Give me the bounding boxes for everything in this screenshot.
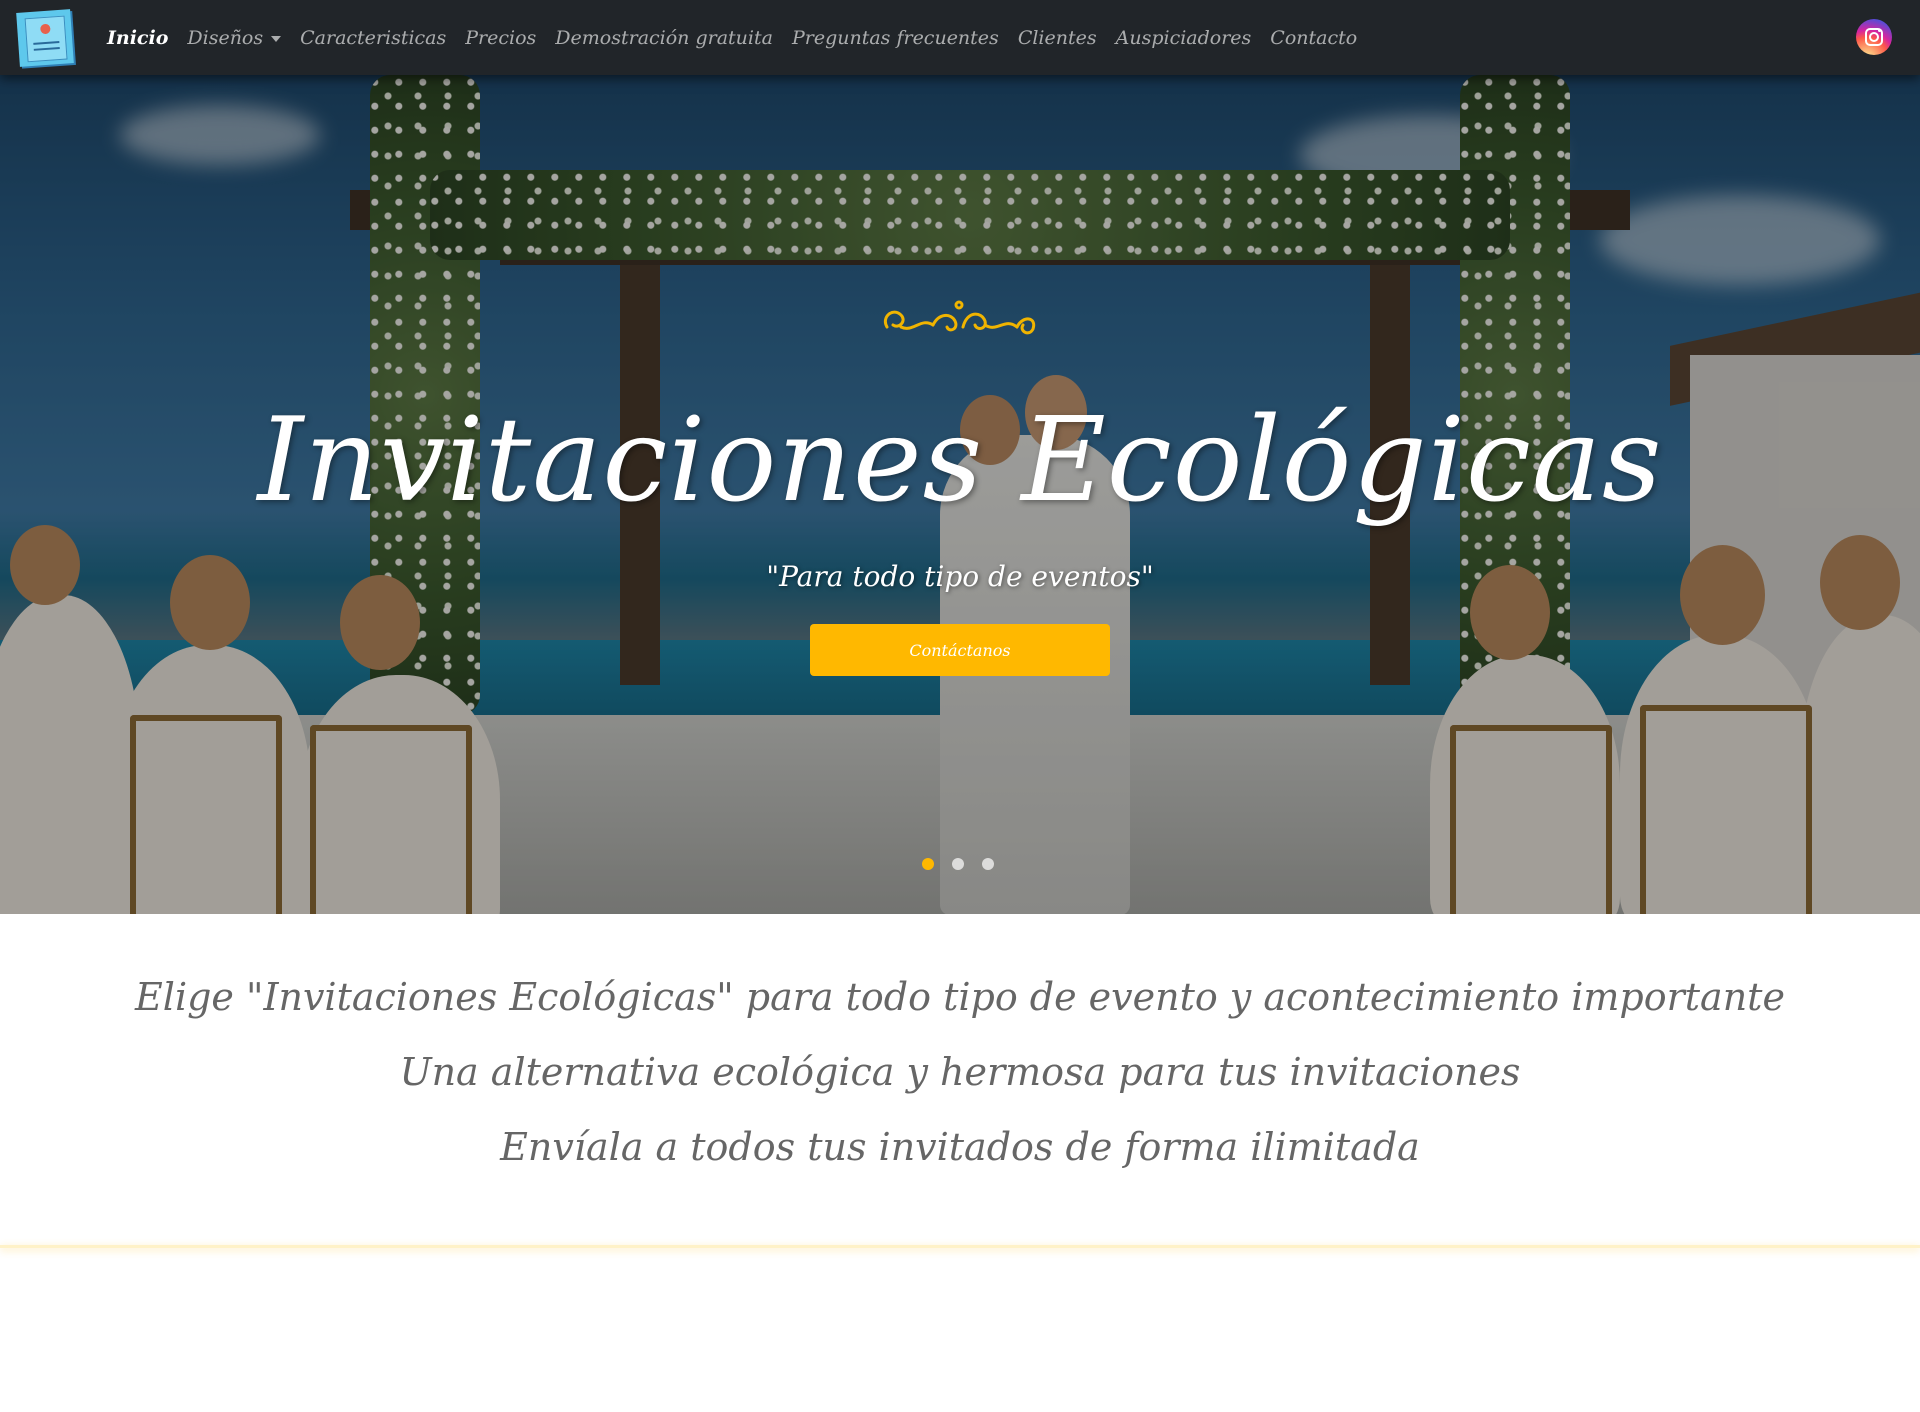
nav-link-disenos-label: Diseños	[187, 26, 264, 49]
nav-link-contacto[interactable]: Contacto	[1270, 27, 1357, 49]
intro-section: Elige "Invitaciones Ecológicas" para tod…	[0, 960, 1920, 1185]
logo-text-line	[33, 41, 60, 45]
section-divider	[0, 1245, 1920, 1248]
logo-text-line	[33, 46, 60, 51]
nav-link-clientes[interactable]: Clientes	[1018, 27, 1097, 49]
hero-carousel: Invitaciones Ecológicas "Para todo tipo …	[0, 75, 1920, 914]
logo-emblem	[40, 23, 51, 35]
chevron-down-icon	[271, 35, 282, 42]
nav-link-precios[interactable]: Precios	[465, 27, 536, 49]
logo-card	[24, 15, 68, 63]
tagline: Elige "Invitaciones Ecológicas" para tod…	[135, 975, 1785, 1019]
brand-logo[interactable]	[16, 9, 74, 67]
nav-links: Inicio Diseños Caracteristicas Precios D…	[107, 0, 1376, 75]
hero-subtitle: "Para todo tipo de eventos"	[766, 560, 1154, 593]
ornament-icon	[884, 300, 1036, 335]
nav-link-caracteristicas[interactable]: Caracteristicas	[300, 27, 446, 49]
nav-link-inicio[interactable]: Inicio	[107, 27, 168, 49]
nav-link-auspiciadores[interactable]: Auspiciadores	[1116, 27, 1252, 49]
instagram-flash	[1878, 29, 1881, 32]
instagram-icon[interactable]	[1856, 19, 1892, 55]
tagline: Envíala a todos tus invitados de forma i…	[500, 1125, 1420, 1169]
carousel-indicator-2[interactable]	[952, 858, 964, 870]
contact-button[interactable]: Contáctanos	[810, 624, 1110, 676]
carousel-indicators	[922, 858, 1012, 870]
navbar: Inicio Diseños Caracteristicas Precios D…	[0, 0, 1920, 75]
instagram-lens	[1869, 32, 1879, 42]
nav-link-demostracion[interactable]: Demostración gratuita	[555, 27, 773, 49]
carousel-indicator-1[interactable]	[922, 858, 934, 870]
nav-link-disenos[interactable]: Diseños	[187, 26, 282, 49]
nav-link-preguntas[interactable]: Preguntas frecuentes	[792, 27, 999, 49]
hero-title: Invitaciones Ecológicas	[257, 393, 1663, 528]
carousel-indicator-3[interactable]	[982, 858, 994, 870]
tagline: Una alternativa ecológica y hermosa para…	[399, 1050, 1521, 1094]
